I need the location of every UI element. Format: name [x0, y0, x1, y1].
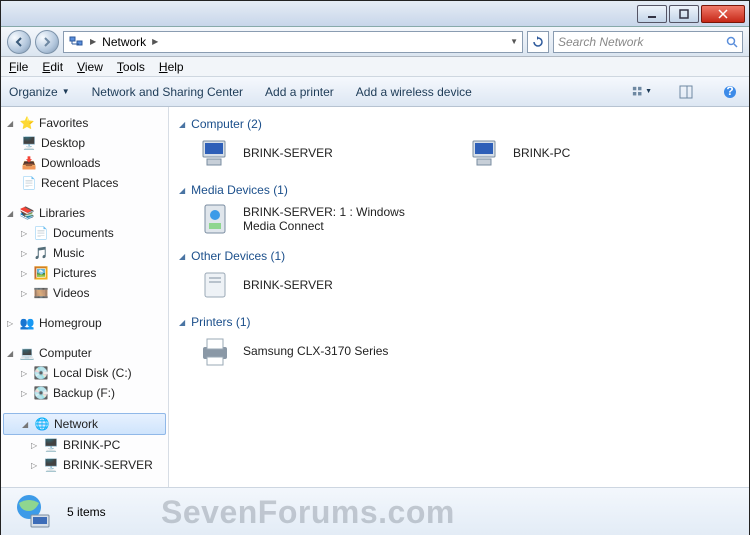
recent-icon: 📄	[21, 175, 37, 191]
libraries-icon: 📚	[19, 205, 35, 221]
command-bar: Organize ▼ Network and Sharing Center Ad…	[1, 77, 749, 107]
refresh-button[interactable]	[527, 31, 549, 53]
minimize-button[interactable]	[637, 5, 667, 23]
network-icon	[68, 34, 84, 50]
other-icon	[197, 267, 233, 303]
item-label: Samsung CLX-3170 Series	[243, 344, 388, 358]
details-item-count: 5 items	[67, 505, 106, 519]
chevron-right-icon: ▶	[152, 37, 158, 46]
sidebar-head-network[interactable]: ◢🌐Network	[3, 413, 166, 435]
details-pane: 5 items SevenForums.com	[1, 487, 749, 535]
computer-icon	[467, 135, 503, 171]
sidebar-item-brink-pc[interactable]: ▷🖥️BRINK-PC	[1, 435, 168, 455]
address-bar[interactable]: ▶ Network ▶ ▼	[63, 31, 523, 53]
sidebar-item-recent-places[interactable]: 📄Recent Places	[1, 173, 168, 193]
media-icon	[197, 201, 233, 237]
menu-view[interactable]: View	[77, 60, 103, 74]
svg-text:?: ?	[726, 85, 733, 98]
category-head-printers[interactable]: ◢Printers (1)	[179, 311, 739, 333]
menu-edit[interactable]: Edit	[42, 60, 63, 74]
sidebar-head-homegroup[interactable]: ▷👥Homegroup	[1, 313, 168, 333]
homegroup-icon: 👥	[19, 315, 35, 331]
sidebar-item-music[interactable]: ▷🎵Music	[1, 243, 168, 263]
breadcrumb-segment[interactable]: Network	[102, 35, 146, 49]
menu-file[interactable]: File	[9, 60, 28, 74]
computer-icon: 💻	[19, 345, 35, 361]
chevron-down-icon: ◢	[179, 252, 185, 261]
sidebar-item-videos[interactable]: ▷🎞️Videos	[1, 283, 168, 303]
sidebar: ◢⭐Favorites 🖥️Desktop 📥Downloads 📄Recent…	[1, 107, 169, 487]
pc-icon: 🖥️	[43, 437, 59, 453]
cmd-add-wireless-device[interactable]: Add a wireless device	[356, 85, 472, 99]
sidebar-head-favorites[interactable]: ◢⭐Favorites	[1, 113, 168, 133]
category-head-computer[interactable]: ◢Computer (2)	[179, 113, 739, 135]
music-icon: 🎵	[33, 245, 49, 261]
close-button[interactable]	[701, 5, 745, 23]
forward-button[interactable]	[35, 30, 59, 54]
help-button[interactable]: ?	[719, 81, 741, 103]
sidebar-item-local-disk-c[interactable]: ▷💽Local Disk (C:)	[1, 363, 168, 383]
dropdown-icon[interactable]: ▼	[510, 37, 518, 46]
search-placeholder: Search Network	[558, 35, 643, 49]
sidebar-item-desktop[interactable]: 🖥️Desktop	[1, 133, 168, 153]
cmd-network-sharing-center[interactable]: Network and Sharing Center	[92, 85, 243, 99]
search-icon	[726, 36, 738, 48]
pictures-icon: 🖼️	[33, 265, 49, 281]
network-item[interactable]: BRINK-PC	[467, 135, 707, 171]
network-icon: 🌐	[34, 416, 50, 432]
chevron-down-icon: ◢	[179, 186, 185, 195]
desktop-icon: 🖥️	[21, 135, 37, 151]
category-head-other-devices[interactable]: ◢Other Devices (1)	[179, 245, 739, 267]
cmd-add-printer[interactable]: Add a printer	[265, 85, 334, 99]
item-label: BRINK-SERVER	[243, 278, 333, 292]
printer-icon	[197, 333, 233, 369]
network-item[interactable]: BRINK-SERVER	[197, 267, 437, 303]
videos-icon: 🎞️	[33, 285, 49, 301]
sidebar-head-libraries[interactable]: ◢📚Libraries	[1, 203, 168, 223]
nav-row: ▶ Network ▶ ▼ Search Network	[1, 27, 749, 57]
network-item[interactable]: BRINK-SERVER: 1 : Windows Media Connect	[197, 201, 437, 237]
content-pane: ◢Computer (2) BRINK-SERVER BRINK-PC ◢Media …	[169, 107, 749, 487]
view-options-button[interactable]: ▼	[631, 81, 653, 103]
preview-pane-button[interactable]	[675, 81, 697, 103]
sidebar-item-brink-server[interactable]: ▷🖥️BRINK-SERVER	[1, 455, 168, 475]
watermark-text: SevenForums.com	[161, 494, 455, 531]
back-button[interactable]	[7, 30, 31, 54]
sidebar-head-computer[interactable]: ◢💻Computer	[1, 343, 168, 363]
star-icon: ⭐	[19, 115, 35, 131]
search-input[interactable]: Search Network	[553, 31, 743, 53]
sidebar-item-backup-f[interactable]: ▷💽Backup (F:)	[1, 383, 168, 403]
menu-help[interactable]: Help	[159, 60, 184, 74]
item-label: BRINK-PC	[513, 146, 570, 160]
category-head-media-devices[interactable]: ◢Media Devices (1)	[179, 179, 739, 201]
organize-menu[interactable]: Organize ▼	[9, 85, 70, 99]
pc-icon: 🖥️	[43, 457, 59, 473]
sidebar-item-downloads[interactable]: 📥Downloads	[1, 153, 168, 173]
chevron-down-icon: ◢	[179, 318, 185, 327]
network-item[interactable]: BRINK-SERVER	[197, 135, 437, 171]
maximize-button[interactable]	[669, 5, 699, 23]
item-label: BRINK-SERVER	[243, 146, 333, 160]
downloads-icon: 📥	[21, 155, 37, 171]
chevron-down-icon: ◢	[179, 120, 185, 129]
sidebar-item-pictures[interactable]: ▷🖼️Pictures	[1, 263, 168, 283]
network-item[interactable]: Samsung CLX-3170 Series	[197, 333, 437, 369]
item-label: BRINK-SERVER: 1 : Windows Media Connect	[243, 205, 437, 234]
menu-bar: File Edit View Tools Help	[1, 57, 749, 77]
documents-icon: 📄	[33, 225, 49, 241]
drive-icon: 💽	[33, 385, 49, 401]
menu-tools[interactable]: Tools	[117, 60, 145, 74]
computer-icon	[197, 135, 233, 171]
network-large-icon	[11, 491, 53, 533]
drive-icon: 💽	[33, 365, 49, 381]
sidebar-item-documents[interactable]: ▷📄Documents	[1, 223, 168, 243]
title-bar	[1, 1, 749, 27]
chevron-right-icon: ▶	[90, 37, 96, 46]
